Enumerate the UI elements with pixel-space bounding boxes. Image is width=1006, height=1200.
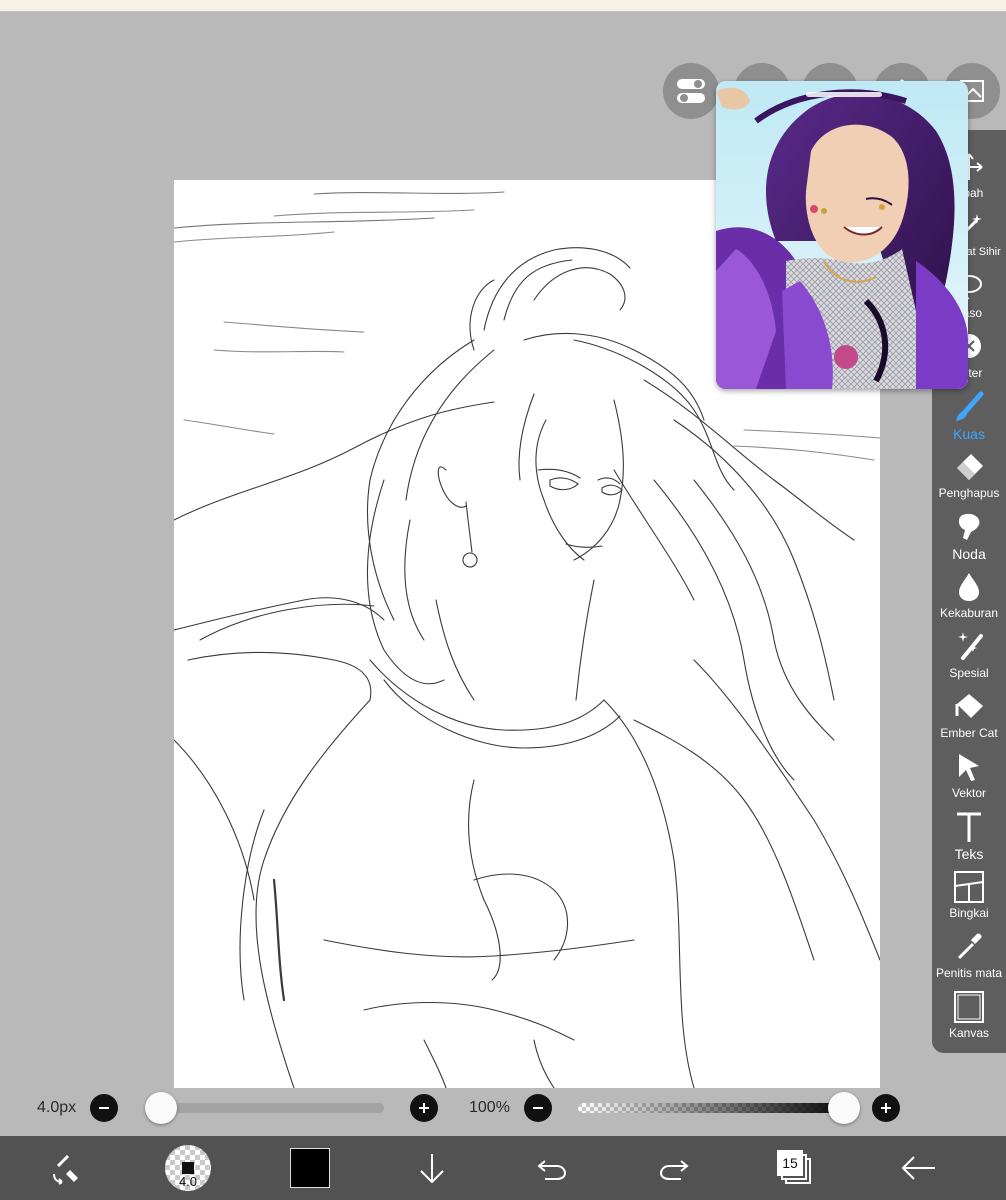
reference-image-window[interactable] <box>716 81 968 389</box>
tool-blur[interactable]: Kekaburan <box>932 570 1006 630</box>
eraser-icon <box>957 454 983 480</box>
opacity-increase-button[interactable] <box>872 1094 900 1122</box>
current-color-swatch <box>290 1148 330 1188</box>
tool-label: Kekaburan <box>939 606 999 620</box>
redo-icon <box>659 1160 689 1180</box>
brush-size-slider-knob[interactable] <box>145 1092 177 1124</box>
brush-size-badge: 4.0 <box>178 1174 198 1189</box>
tool-text[interactable]: Teks <box>932 810 1006 870</box>
tool-label: Spesial <box>949 666 989 680</box>
brush-eraser-swap-icon <box>53 1154 78 1185</box>
download-button[interactable] <box>410 1136 454 1200</box>
plus-icon <box>881 1103 891 1113</box>
layers-button[interactable]: 15 <box>772 1136 818 1200</box>
tool-label: Penghapus <box>938 486 1000 500</box>
tool-label: Penitis mata <box>935 966 1003 980</box>
minus-icon <box>533 1107 543 1109</box>
undo-button[interactable] <box>530 1136 574 1200</box>
layer-count: 15 <box>777 1150 803 1176</box>
layers-icon: 15 <box>777 1150 813 1186</box>
bottom-toolbar: 4.0 15 <box>0 1136 1006 1200</box>
brush-icon <box>956 391 984 421</box>
plus-icon <box>419 1103 429 1113</box>
tool-smudge[interactable]: Noda <box>932 510 1006 570</box>
tool-label: Kanvas <box>948 1026 990 1040</box>
arrow-down-icon <box>420 1154 444 1184</box>
tool-label: Ember Cat <box>940 726 998 740</box>
eyedropper-icon <box>957 933 982 960</box>
smudge-icon <box>958 513 980 540</box>
brush-dot-icon <box>182 1162 194 1174</box>
opacity-slider[interactable] <box>578 1103 854 1113</box>
minus-icon <box>99 1107 109 1109</box>
blur-icon <box>959 573 979 601</box>
brush-size-decrease-button[interactable] <box>90 1094 118 1122</box>
tool-frame[interactable]: Bingkai <box>932 870 1006 930</box>
tool-label: Bingkai <box>949 906 989 920</box>
tool-label: Kuas <box>953 426 985 442</box>
tool-label: Vektor <box>951 786 987 800</box>
canvas-icon <box>954 991 984 1023</box>
back-button[interactable] <box>896 1136 940 1200</box>
brush-size-slider[interactable] <box>146 1103 384 1113</box>
text-icon <box>957 812 981 842</box>
special-icon <box>958 632 983 660</box>
brush-preview: 4.0 <box>165 1145 211 1191</box>
tool-eraser[interactable]: Penghapus <box>932 450 1006 510</box>
opacity-readout: 100% <box>469 1099 510 1116</box>
toggle-switch-icon <box>677 79 705 103</box>
brush-eraser-switch-button[interactable] <box>40 1136 92 1200</box>
settings-toggle-button[interactable] <box>663 63 719 119</box>
color-picker-button[interactable] <box>288 1136 332 1200</box>
brush-size-increase-button[interactable] <box>410 1094 438 1122</box>
opacity-decrease-button[interactable] <box>524 1094 552 1122</box>
tool-vector[interactable]: Vektor <box>932 750 1006 810</box>
tool-eyedropper[interactable]: Penitis mata <box>932 930 1006 990</box>
vector-icon <box>959 754 979 781</box>
tool-label: Teks <box>954 846 984 862</box>
redo-button[interactable] <box>652 1136 696 1200</box>
brush-settings-button[interactable]: 4.0 <box>164 1136 212 1200</box>
opacity-slider-knob[interactable] <box>828 1092 860 1124</box>
reference-drag-handle[interactable] <box>806 92 882 97</box>
reference-artwork <box>716 81 968 389</box>
paint-bucket-icon <box>955 694 983 718</box>
arrow-left-icon <box>901 1156 935 1180</box>
status-bar-strip <box>0 0 1006 12</box>
tool-special[interactable]: Spesial <box>932 630 1006 690</box>
tool-canvas[interactable]: Kanvas <box>932 990 1006 1050</box>
frame-icon <box>954 871 984 903</box>
tool-brush[interactable]: Kuas <box>932 390 1006 450</box>
tool-paint-bucket[interactable]: Ember Cat <box>932 690 1006 750</box>
undo-icon <box>537 1160 567 1180</box>
brush-size-readout: 4.0px <box>37 1099 77 1116</box>
tool-label: Noda <box>952 546 986 562</box>
